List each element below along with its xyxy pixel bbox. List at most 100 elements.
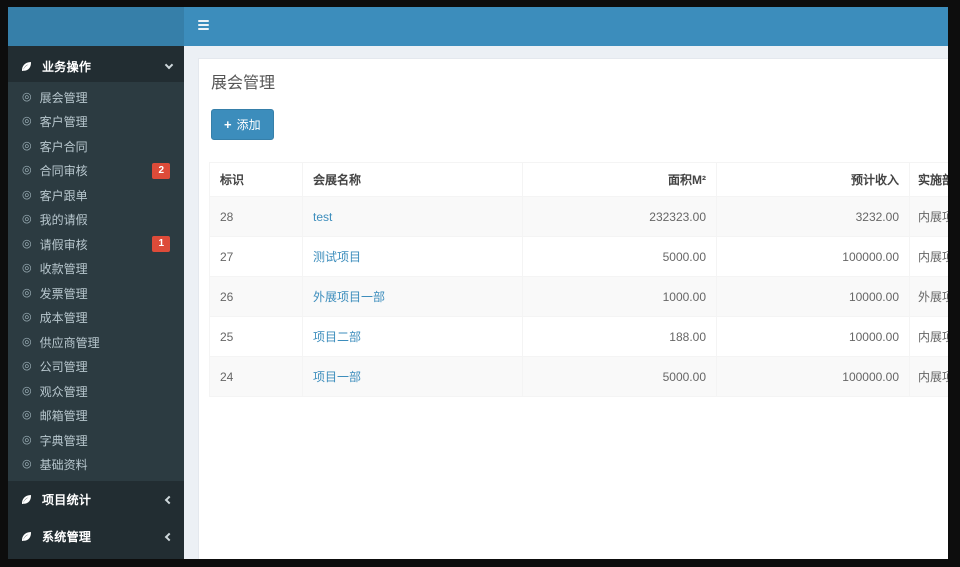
cell-area: 188.00 — [522, 316, 717, 357]
sidebar-item-label: 发票管理 — [39, 286, 88, 301]
plus-icon: + — [224, 116, 232, 132]
table-row: 27 测试项目 5000.00 100000.00 内展项目 — [209, 236, 948, 277]
sidebar-item-label: 供应商管理 — [39, 335, 100, 350]
sidebar-item-label: 观众管理 — [39, 384, 88, 399]
cell-id: 24 — [209, 356, 303, 397]
cell-id: 28 — [209, 196, 303, 237]
page-title: 展会管理 — [211, 75, 276, 92]
exhibition-link[interactable]: test — [313, 210, 332, 224]
sidebar-section-business-ops[interactable]: 业务操作 — [8, 50, 184, 82]
cell-income: 100000.00 — [716, 356, 910, 397]
sidebar-menu-item[interactable]: ◎ 供应商管理 — [8, 330, 184, 355]
sidebar-menu-item[interactable]: ◎ 收款管理 — [8, 257, 184, 282]
bullseye-icon: ◎ — [22, 164, 32, 177]
sidebar-menu-item[interactable]: ◎ 邮箱管理 — [8, 404, 184, 429]
leaf-icon — [21, 61, 31, 71]
cell-name: 项目一部 — [302, 356, 523, 397]
sidebar-item-label: 我的请假 — [39, 213, 88, 228]
cell-name: 项目二部 — [302, 316, 523, 357]
exhibition-link[interactable]: 项目二部 — [313, 330, 361, 344]
sidebar-section-label: 业务操作 — [42, 59, 92, 74]
exhibition-link[interactable]: 外展项目一部 — [313, 290, 385, 304]
sidebar-menu-item[interactable]: ◎ 基础资料 — [8, 453, 184, 478]
table-row: 24 项目一部 5000.00 100000.00 内展项目 — [209, 356, 948, 397]
sidebar-submenu: ◎ 展会管理 ◎ 客户管理 ◎ 客户合同 ◎ 合同审核 2 ◎ 客户跟单 ◎ 我… — [8, 82, 184, 481]
sidebar-menu-item[interactable]: ◎ 字典管理 — [8, 428, 184, 453]
exhibition-card: 展会管理 + 添加 标识 会展名称 面积M² 预计收入 实施 28 test 2… — [198, 58, 948, 559]
sidebar-section-system-mgmt[interactable]: 系统管理 — [8, 518, 184, 555]
notification-badge: 1 — [152, 236, 170, 253]
exhibition-link[interactable]: 项目一部 — [313, 370, 361, 384]
sidebar: 业务操作 ◎ 展会管理 ◎ 客户管理 ◎ 客户合同 ◎ 合同审核 2 ◎ 客户跟… — [8, 46, 184, 559]
main-content: 展会管理 + 添加 标识 会展名称 面积M² 预计收入 实施 28 test 2… — [184, 46, 948, 559]
sidebar-section-label: 系统管理 — [42, 530, 92, 544]
cell-dept: 内展项目 — [909, 236, 948, 277]
sidebar-item-label: 客户合同 — [39, 139, 88, 154]
exhibition-link[interactable]: 测试项目 — [313, 250, 361, 264]
sidebar-item-label: 合同审核 — [39, 164, 88, 179]
col-name: 会展名称 — [302, 162, 523, 197]
sidebar-item-label: 公司管理 — [39, 360, 88, 375]
sidebar-item-label: 基础资料 — [39, 458, 88, 473]
col-area: 面积M² — [522, 162, 717, 197]
sidebar-toggle-button[interactable] — [194, 16, 213, 36]
bullseye-icon: ◎ — [22, 433, 32, 446]
cell-income: 100000.00 — [716, 236, 910, 277]
cell-id: 26 — [209, 276, 303, 317]
bullseye-icon: ◎ — [22, 409, 32, 422]
hamburger-icon — [198, 20, 209, 30]
sidebar-menu-item[interactable]: ◎ 合同审核 2 — [8, 159, 184, 184]
sidebar-menu-item[interactable]: ◎ 请假审核 1 — [8, 232, 184, 257]
cell-dept: 外展项目 — [909, 276, 948, 317]
bullseye-icon: ◎ — [22, 237, 32, 250]
chevron-left-icon — [164, 532, 174, 541]
body-row: 业务操作 ◎ 展会管理 ◎ 客户管理 ◎ 客户合同 ◎ 合同审核 2 ◎ 客户跟… — [8, 46, 948, 559]
add-button-label: 添加 — [236, 118, 261, 132]
cell-id: 25 — [209, 316, 303, 357]
sidebar-menu-item[interactable]: ◎ 展会管理 — [8, 85, 184, 110]
bullseye-icon: ◎ — [22, 360, 32, 373]
table-body: 28 test 232323.00 3232.00 内展项目 27 测试项目 5… — [209, 196, 948, 397]
bullseye-icon: ◎ — [22, 115, 32, 128]
sidebar-item-label: 请假审核 — [39, 237, 88, 252]
chevron-left-icon — [164, 495, 174, 504]
sidebar-menu-item[interactable]: ◎ 客户跟单 — [8, 183, 184, 208]
app-window: 业务操作 ◎ 展会管理 ◎ 客户管理 ◎ 客户合同 ◎ 合同审核 2 ◎ 客户跟… — [8, 7, 948, 559]
screenshot-stage: 业务操作 ◎ 展会管理 ◎ 客户管理 ◎ 客户合同 ◎ 合同审核 2 ◎ 客户跟… — [0, 0, 960, 567]
brand-area — [8, 7, 184, 46]
sidebar-menu-item[interactable]: ◎ 发票管理 — [8, 281, 184, 306]
cell-dept: 内展项目 — [909, 196, 948, 237]
sidebar-menu-item[interactable]: ◎ 客户合同 — [8, 134, 184, 159]
table-header-row: 标识 会展名称 面积M² 预计收入 实施部门 — [209, 162, 948, 197]
sidebar-section-project-stats[interactable]: 项目统计 — [8, 481, 184, 518]
cell-area: 5000.00 — [522, 356, 717, 397]
sidebar-item-label: 成本管理 — [39, 311, 88, 326]
bullseye-icon: ◎ — [22, 262, 32, 275]
cell-name: 测试项目 — [302, 236, 523, 277]
sidebar-menu-item[interactable]: ◎ 公司管理 — [8, 355, 184, 380]
table-row: 25 项目二部 188.00 10000.00 内展项目 — [209, 316, 948, 357]
table-row: 28 test 232323.00 3232.00 内展项目 — [209, 196, 948, 237]
navbar — [184, 7, 948, 46]
sidebar-item-label: 客户跟单 — [39, 188, 88, 203]
bullseye-icon: ◎ — [22, 90, 32, 103]
sidebar-item-label: 展会管理 — [39, 90, 88, 105]
sidebar-menu-item[interactable]: ◎ 观众管理 — [8, 379, 184, 404]
cell-id: 27 — [209, 236, 303, 277]
sidebar-item-label: 字典管理 — [39, 433, 88, 448]
add-button[interactable]: + 添加 — [211, 109, 274, 140]
cell-area: 232323.00 — [522, 196, 717, 237]
sidebar-item-label: 收款管理 — [39, 262, 88, 277]
sidebar-menu-item[interactable]: ◎ 成本管理 — [8, 306, 184, 331]
table-row: 26 外展项目一部 1000.00 10000.00 外展项目 — [209, 276, 948, 317]
bullseye-icon: ◎ — [22, 384, 32, 397]
top-navbar — [8, 7, 948, 46]
leaf-icon — [21, 495, 31, 504]
bullseye-icon: ◎ — [22, 213, 32, 226]
bullseye-icon: ◎ — [22, 188, 32, 201]
sidebar-menu-item[interactable]: ◎ 客户管理 — [8, 110, 184, 135]
col-income: 预计收入 — [716, 162, 910, 197]
sidebar-menu-item[interactable]: ◎ 我的请假 — [8, 208, 184, 233]
bullseye-icon: ◎ — [22, 335, 32, 348]
bullseye-icon: ◎ — [22, 311, 32, 324]
